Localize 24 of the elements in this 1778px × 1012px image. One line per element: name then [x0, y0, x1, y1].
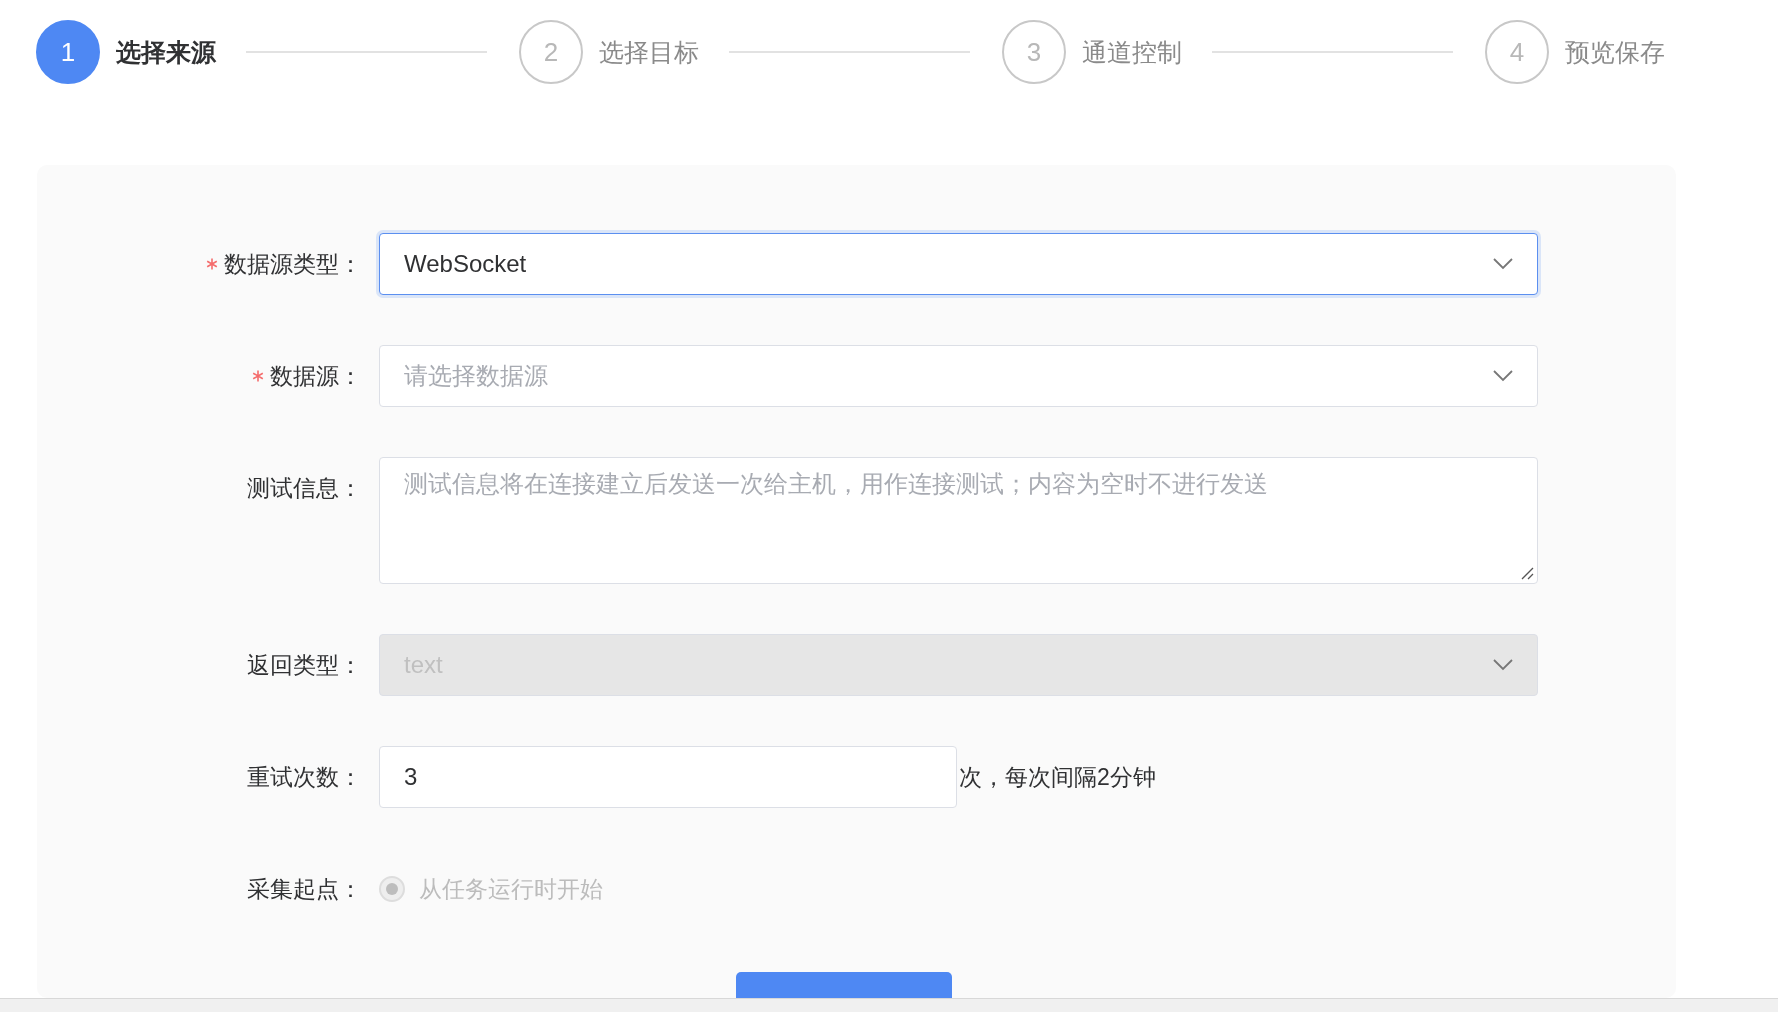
step-label[interactable]: 选择目标	[599, 35, 699, 69]
field-label: 返回类型：	[247, 650, 362, 680]
input-field[interactable]: 3	[379, 746, 957, 808]
step-number[interactable]: 2	[519, 20, 583, 84]
step-number[interactable]: 1	[36, 20, 100, 84]
select-field[interactable]: WebSocket	[379, 233, 1538, 295]
step-number[interactable]: 3	[1002, 20, 1066, 84]
chevron-down-icon	[1493, 258, 1513, 270]
select-field[interactable]: 请选择数据源	[379, 345, 1538, 407]
step-number[interactable]: 4	[1485, 20, 1549, 84]
textarea-field[interactable]: 测试信息将在连接建立后发送一次给主机，用作连接测试；内容为空时不进行发送	[379, 457, 1538, 584]
step-label[interactable]: 通道控制	[1082, 35, 1182, 69]
chevron-down-icon	[1493, 659, 1513, 671]
field-label: 数据源：	[270, 361, 362, 391]
field-label: 数据源类型：	[224, 249, 362, 279]
resize-handle-icon[interactable]	[1520, 566, 1534, 580]
field-label: 测试信息：	[247, 473, 362, 503]
primary-button[interactable]	[736, 972, 952, 998]
step-label[interactable]: 预览保存	[1565, 35, 1665, 69]
chevron-down-icon	[1493, 370, 1513, 382]
field-label: 重试次数：	[247, 762, 362, 792]
hint-text: 次，每次间隔2分钟	[959, 763, 1156, 792]
field-label: 采集起点：	[247, 874, 362, 904]
step-label[interactable]: 选择来源	[116, 35, 216, 69]
